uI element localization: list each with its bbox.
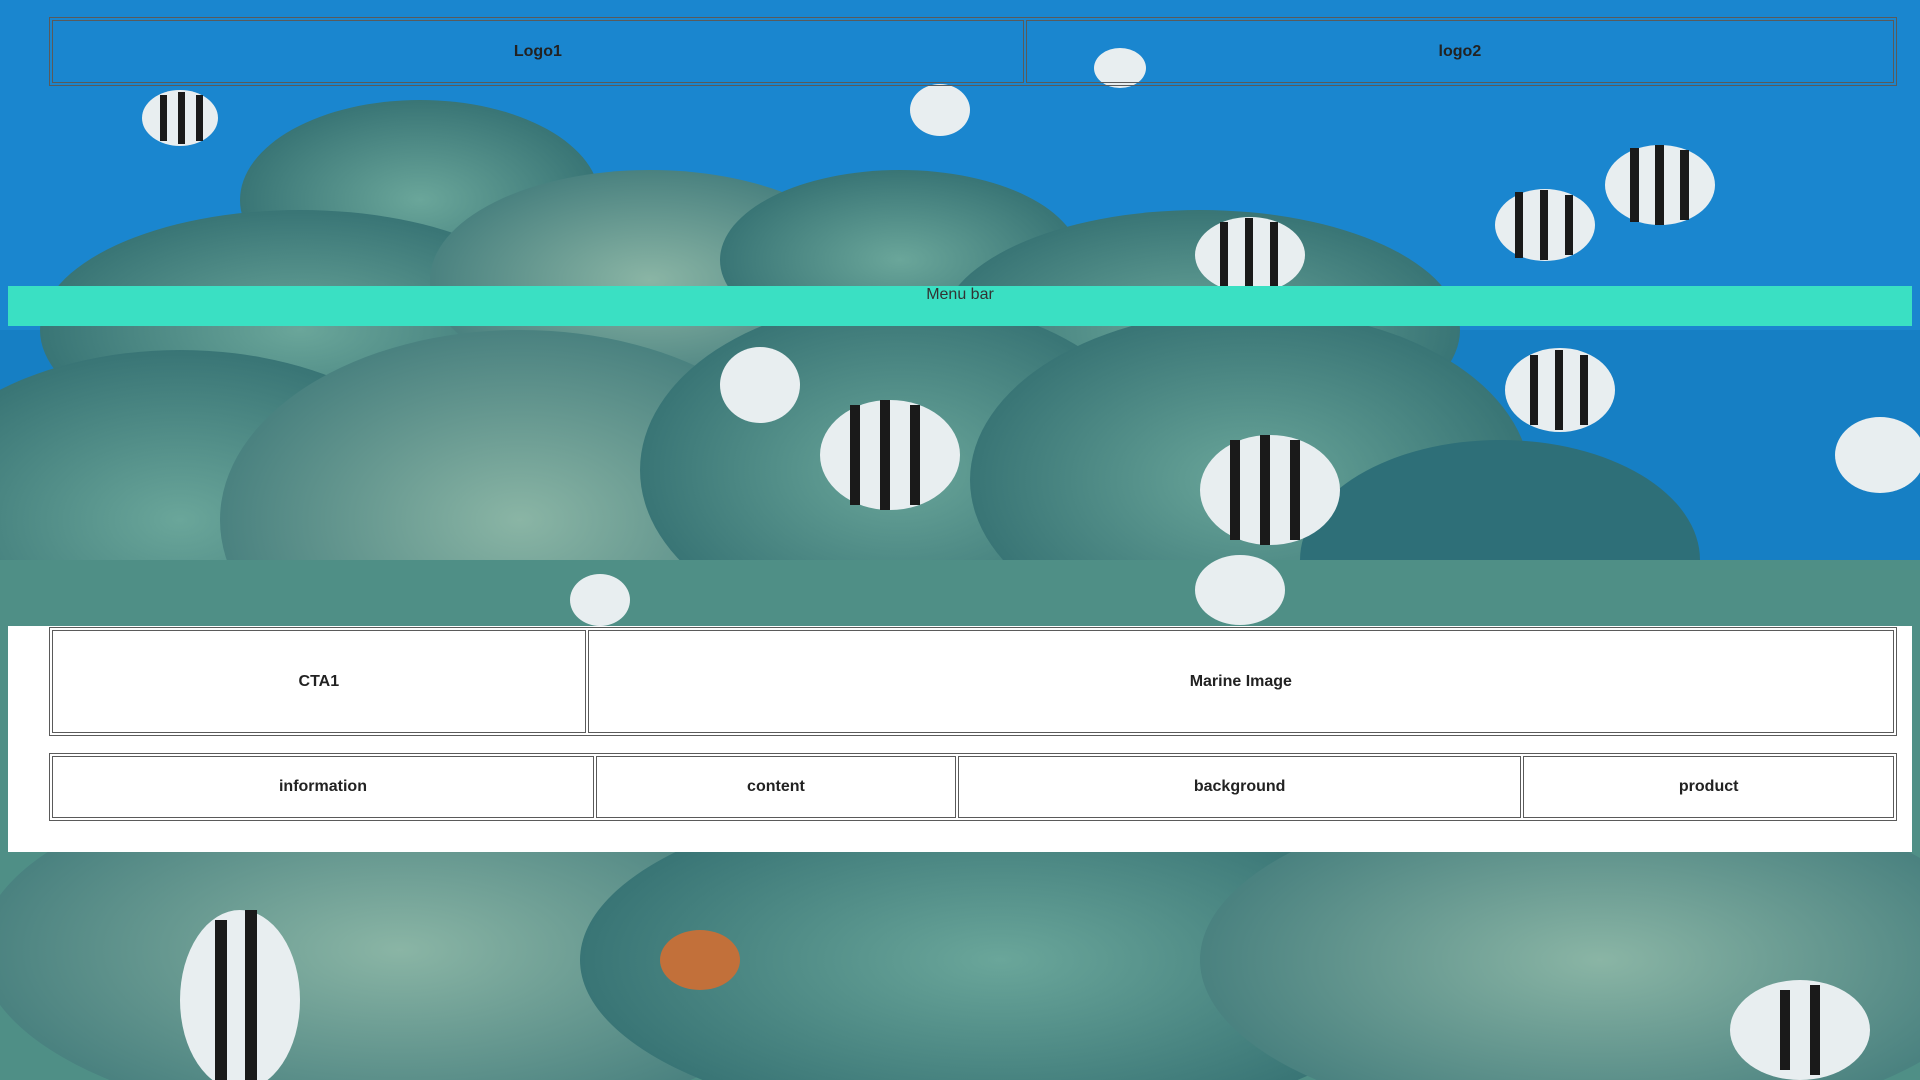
nav-item-information[interactable]: information — [52, 756, 594, 818]
marine-image-cell[interactable]: Marine Image — [587, 630, 1894, 733]
background-image — [0, 0, 1920, 1080]
nav-item-product[interactable]: product — [1523, 756, 1894, 818]
nav-row: information content background product — [49, 753, 1897, 821]
nav-item-background[interactable]: background — [957, 756, 1522, 818]
menu-bar-label: Menu bar — [926, 286, 994, 303]
logo-row: Logo1 logo2 — [49, 17, 1897, 86]
menu-bar[interactable]: Menu bar — [8, 286, 1912, 326]
cta-row: CTA1 Marine Image — [49, 627, 1897, 736]
logo1[interactable]: Logo1 — [52, 20, 1024, 83]
nav-item-content[interactable]: content — [595, 756, 956, 818]
logo2[interactable]: logo2 — [1025, 20, 1894, 83]
cta1-button[interactable]: CTA1 — [52, 630, 586, 733]
